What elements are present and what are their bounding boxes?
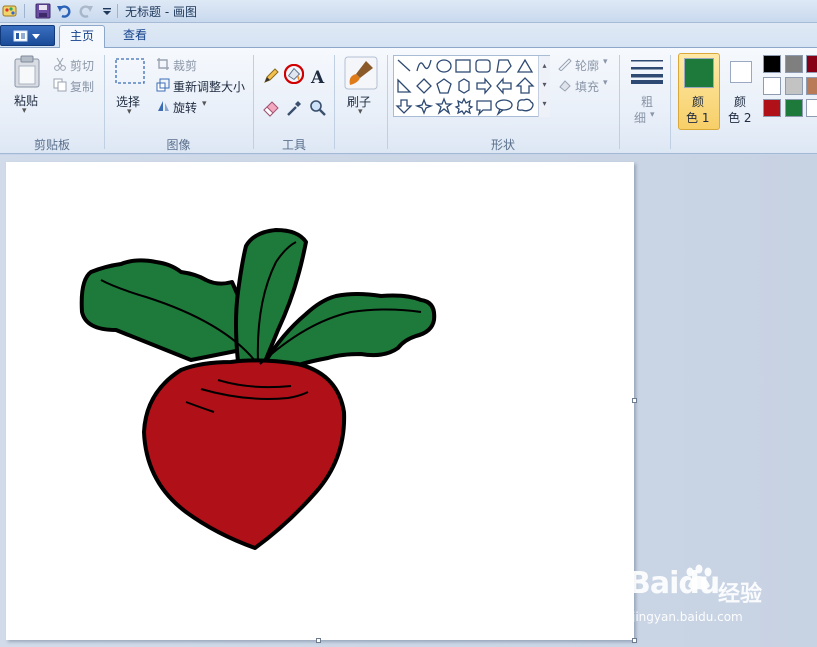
paste-dropdown-arrow[interactable]: ▾ — [22, 106, 27, 116]
palette-swatch[interactable] — [763, 55, 781, 73]
group-separator — [104, 55, 105, 149]
shapes-gallery[interactable] — [393, 55, 550, 117]
resize-handle-bottom[interactable] — [316, 638, 321, 643]
palette-swatch[interactable] — [785, 55, 803, 73]
paint-menu-button[interactable] — [0, 25, 55, 46]
group-separator — [387, 55, 388, 149]
save-icon[interactable] — [35, 3, 51, 19]
color-picker-icon[interactable] — [284, 98, 304, 118]
resize-handle-corner[interactable] — [632, 638, 637, 643]
cut-icon[interactable] — [53, 57, 67, 71]
cut-button[interactable]: 剪切 — [70, 57, 94, 74]
color2-swatch — [730, 61, 752, 83]
fill-dropdown-arrow[interactable]: ▾ — [603, 78, 608, 88]
ribbon-tab-row: 主页 查看 — [0, 23, 817, 48]
shapes-scroll[interactable]: ▴ ▾ ▾ — [538, 56, 550, 117]
palette-swatch[interactable] — [806, 55, 817, 73]
shapes-group-label: 形状 — [490, 138, 515, 152]
resize-handle-right[interactable] — [632, 398, 637, 403]
watermark: Baidu 经验 jingyan.baidu.com — [628, 564, 808, 634]
palette-swatch[interactable] — [806, 99, 817, 117]
color2-label-bottom: 色 2 — [728, 111, 752, 125]
title-bar: 无标题 - 画图 — [0, 0, 817, 23]
palette-swatch[interactable] — [785, 99, 803, 117]
tools-group-label: 工具 — [281, 138, 306, 152]
fill-icon[interactable] — [557, 78, 573, 92]
resize-button[interactable]: 重新调整大小 — [173, 78, 245, 95]
size-label-bottom[interactable]: 细 — [634, 109, 646, 126]
svg-text:A: A — [310, 68, 325, 86]
color1-label-bottom: 色 1 — [686, 111, 710, 125]
tab-home[interactable]: 主页 — [59, 25, 105, 48]
divider — [24, 4, 25, 18]
redo-icon[interactable] — [78, 3, 94, 19]
rotate-icon[interactable] — [156, 99, 170, 113]
select-icon[interactable] — [114, 57, 146, 85]
clipboard-group-label: 剪贴板 — [33, 138, 70, 152]
color1-label-top: 颜 — [692, 95, 705, 109]
brushes-dropdown-arrow[interactable]: ▾ — [358, 107, 363, 117]
palette-swatch[interactable] — [763, 99, 781, 117]
outline-button[interactable]: 轮廓 — [575, 57, 599, 74]
resize-icon[interactable] — [156, 78, 170, 92]
palette-swatch[interactable] — [785, 77, 803, 95]
copy-icon[interactable] — [53, 78, 67, 92]
rotate-dropdown-arrow[interactable]: ▾ — [202, 99, 207, 109]
customize-qat-icon[interactable] — [99, 3, 115, 19]
text-tool-icon[interactable]: A — [308, 66, 328, 86]
image-group-label: 图像 — [166, 138, 191, 152]
shapes-gallery-icons — [395, 58, 535, 117]
group-separator — [334, 55, 335, 149]
drawing-canvas[interactable] — [6, 162, 634, 640]
watermark-url: jingyan.baidu.com — [632, 610, 743, 624]
group-separator — [670, 55, 671, 149]
tab-view[interactable]: 查看 — [112, 25, 158, 48]
brush-icon[interactable] — [344, 56, 378, 90]
select-dropdown-arrow[interactable]: ▾ — [127, 107, 132, 117]
outline-dropdown-arrow[interactable]: ▾ — [603, 57, 608, 67]
size-icon[interactable] — [630, 58, 664, 84]
magnifier-icon[interactable] — [308, 98, 328, 118]
radish-drawing — [79, 228, 437, 550]
group-separator — [253, 55, 254, 149]
fill-bucket-icon[interactable] — [284, 64, 304, 84]
group-separator — [619, 55, 620, 149]
palette-swatch[interactable] — [763, 77, 781, 95]
copy-button[interactable]: 复制 — [70, 78, 94, 95]
size-dropdown-arrow[interactable]: ▾ — [650, 110, 655, 120]
pencil-icon[interactable] — [261, 66, 281, 86]
paint-app-icon[interactable] — [2, 3, 18, 19]
window-title: 无标题 - 画图 — [125, 5, 197, 19]
crop-button[interactable]: 裁剪 — [173, 57, 197, 74]
paste-icon[interactable] — [13, 55, 41, 89]
color2-label-top: 颜 — [734, 95, 747, 109]
paw-logo-icon — [686, 564, 712, 590]
eraser-icon[interactable] — [261, 98, 281, 118]
outline-icon[interactable] — [557, 57, 573, 71]
menu-icon — [13, 30, 40, 42]
fill-button[interactable]: 填充 — [575, 78, 599, 95]
color1-swatch — [684, 58, 714, 88]
undo-icon[interactable] — [56, 3, 72, 19]
watermark-brand-cn: 经验 — [718, 582, 763, 607]
palette-swatch[interactable] — [806, 77, 817, 95]
rotate-button[interactable]: 旋转 — [173, 99, 197, 116]
crop-icon[interactable] — [156, 57, 170, 71]
size-label-top[interactable]: 粗 — [641, 93, 653, 110]
divider — [117, 4, 118, 18]
